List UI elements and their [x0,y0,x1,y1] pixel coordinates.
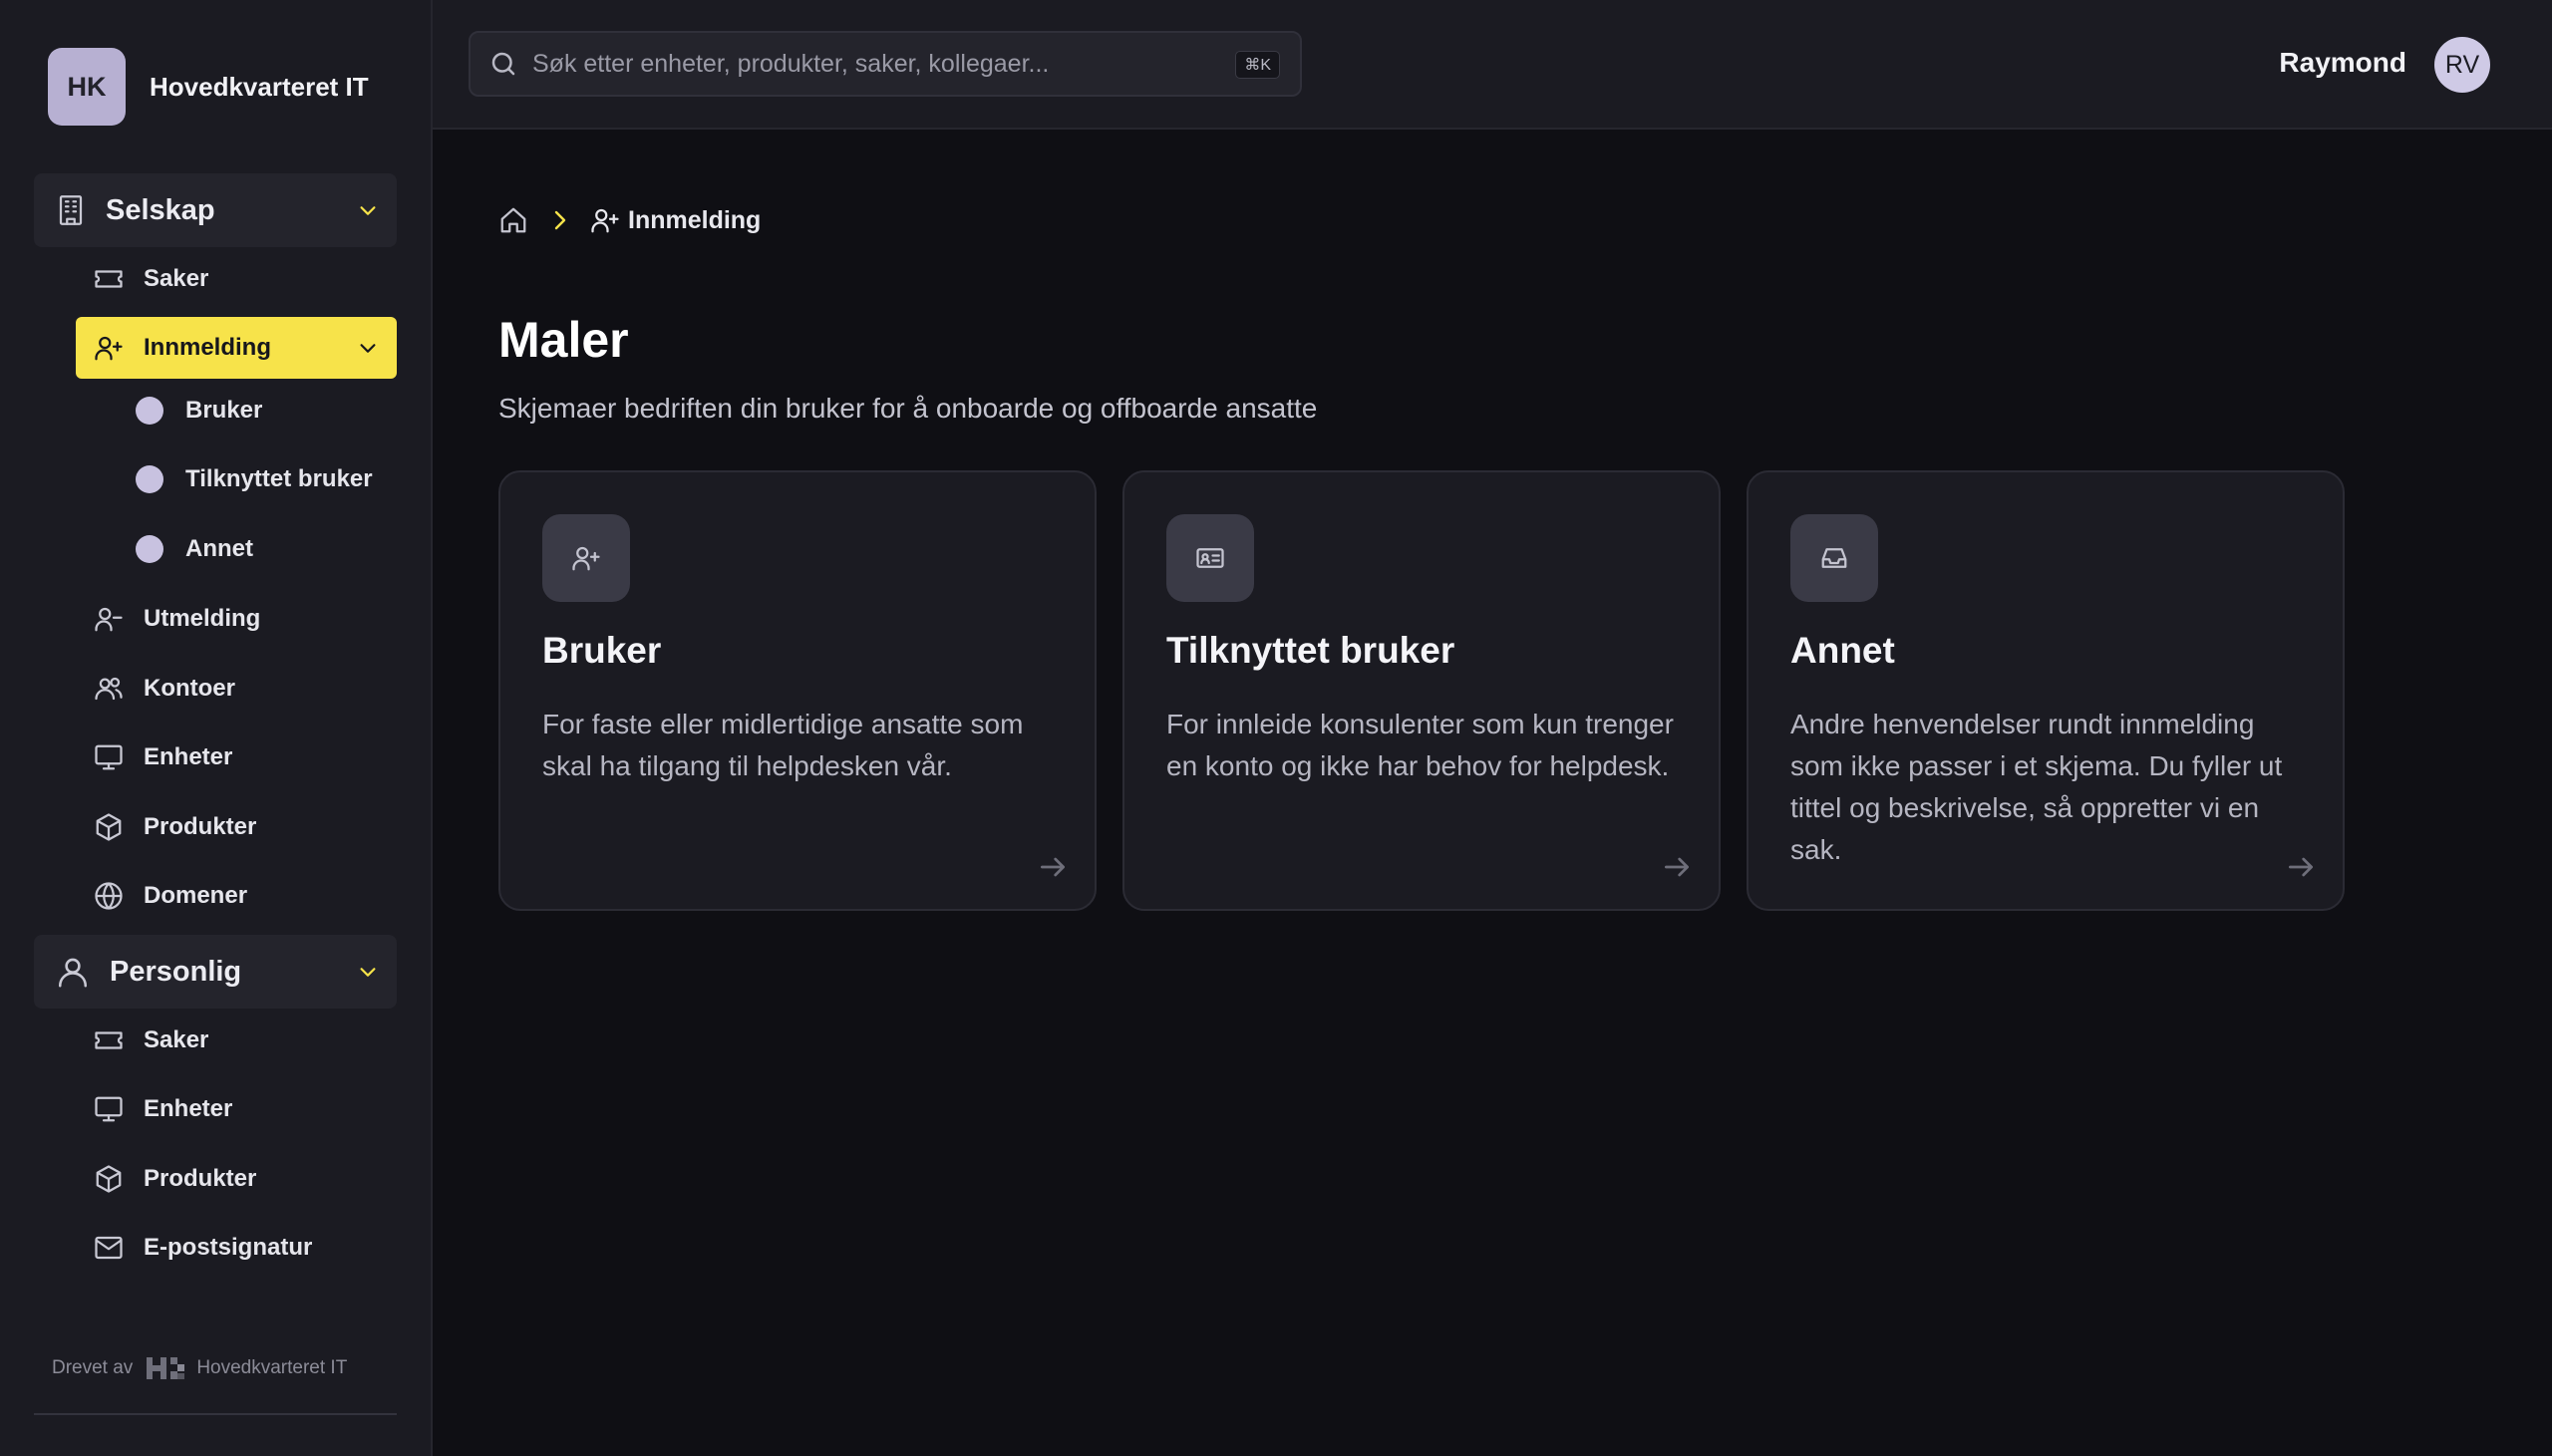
section-label: Personlig [110,955,242,988]
user-plus-icon [571,543,601,573]
card-title: Tilknyttet bruker [1166,630,1455,671]
user-name[interactable]: Raymond [2279,47,2406,79]
chevron-right-icon [550,208,570,232]
sidebar-subitem-label: Tilknyttet bruker [185,465,373,492]
sidebar-item-domener[interactable]: Domener [76,865,397,927]
globe-icon [94,881,124,911]
sidebar-item-enheter[interactable]: Enheter [76,727,397,788]
card-description: Andre henvendelser rundt innmelding som … [1790,709,2283,865]
dot-icon [136,397,163,425]
sidebar-item-e-postsignatur[interactable]: E-postsignatur [76,1217,397,1279]
sidebar-subitem-label: Bruker [185,397,263,424]
section-selskap[interactable]: Selskap [34,173,397,247]
sidebar-item-label: E-postsignatur [144,1234,313,1261]
card-description: For faste eller midlertidige ansatte som… [542,709,1024,781]
sidebar-item-label: Saker [144,265,209,292]
sidebar-subitem-label: Annet [185,535,253,562]
search-icon [488,49,518,79]
sidebar-subitem-annet[interactable]: Annet [136,524,253,574]
card-description: For innleide konsulenter som kun trenger… [1166,709,1674,781]
sidebar-item-innmelding[interactable]: Innmelding [76,317,397,379]
user-plus-icon [94,333,124,363]
section-personlig[interactable]: Personlig [34,935,397,1009]
mail-icon [94,1233,124,1263]
arrow-right-icon [1661,851,1693,883]
sidebar: HK Hovedkvarteret IT Selskap Saker Innme… [0,0,433,1456]
sidebar-item-produkter[interactable]: Produkter [76,796,397,858]
search-box[interactable]: ⌘K [469,31,1302,97]
brand[interactable]: HK Hovedkvarteret IT [48,48,369,126]
monitor-icon [94,1094,124,1124]
topbar: ⌘K Raymond RV [433,0,2552,130]
building-icon [56,193,86,227]
template-card-tilknyttet-bruker[interactable]: Tilknyttet bruker For innleide konsulent… [1122,470,1721,911]
sidebar-item-label: Enheter [144,1095,233,1122]
id-card-icon [1195,543,1225,573]
section-label: Selskap [106,193,215,226]
avatar[interactable]: RV [2434,37,2490,93]
card-title: Annet [1790,630,1895,671]
sidebar-item-label: Produkter [144,1165,257,1192]
chevron-down-icon [357,199,379,221]
card-title: Bruker [542,630,662,671]
ticket-icon [94,264,124,294]
sidebar-item-label: Domener [144,882,248,909]
ticket-icon [94,1025,124,1055]
sidebar-item-kontoer[interactable]: Kontoer [76,658,397,720]
sidebar-subitem-tilknyttet-bruker[interactable]: Tilknyttet bruker [136,454,373,504]
sidebar-item-personal-enheter[interactable]: Enheter [76,1078,397,1140]
sidebar-item-label: Produkter [144,813,257,840]
package-icon [94,1164,124,1194]
footer-prefix: Drevet av [52,1357,134,1378]
user-plus-icon [590,205,620,235]
sidebar-item-label: Innmelding [144,334,271,361]
breadcrumb: Innmelding [498,205,761,235]
chevron-down-icon [357,961,379,983]
package-icon [94,812,124,842]
inbox-icon [1819,543,1849,573]
arrow-right-icon [1037,851,1069,883]
divider [34,1413,397,1415]
sidebar-item-personal-saker[interactable]: Saker [76,1010,397,1071]
shortcut-badge: ⌘K [1235,51,1280,79]
monitor-icon [94,742,124,772]
footer-name: Hovedkvarteret IT [196,1357,348,1378]
template-card-annet[interactable]: Annet Andre henvendelser rundt innmeldin… [1747,470,2345,911]
dot-icon [136,535,163,563]
sidebar-item-label: Saker [144,1026,209,1053]
sidebar-item-personal-produkter[interactable]: Produkter [76,1148,397,1210]
chevron-down-icon [357,337,379,359]
sidebar-subitem-bruker[interactable]: Bruker [136,386,262,436]
breadcrumb-current: Innmelding [628,205,762,234]
user-minus-icon [94,604,124,634]
template-card-bruker[interactable]: Bruker For faste eller midlertidige ansa… [498,470,1097,911]
card-icon-box [542,514,630,602]
dot-icon [136,465,163,493]
brand-badge: HK [48,48,126,126]
search-input[interactable] [532,49,1210,79]
sidebar-item-utmelding[interactable]: Utmelding [76,588,397,650]
sidebar-item-label: Utmelding [144,605,261,632]
card-icon-box [1166,514,1254,602]
arrow-right-icon [2285,851,2317,883]
sidebar-item-label: Kontoer [144,675,235,702]
sidebar-footer: Drevet av Hovedkvarteret IT [52,1355,347,1381]
card-icon-box [1790,514,1878,602]
users-icon [94,674,124,704]
user-icon [56,955,90,989]
sidebar-item-saker[interactable]: Saker [76,248,397,310]
brand-name: Hovedkvarteret IT [150,71,369,102]
page-title: Maler [498,312,629,368]
hk-logo-icon [147,1355,186,1381]
page-subtitle: Skjemaer bedriften din bruker for å onbo… [498,393,1318,424]
sidebar-item-label: Enheter [144,743,233,770]
home-icon[interactable] [498,205,528,235]
